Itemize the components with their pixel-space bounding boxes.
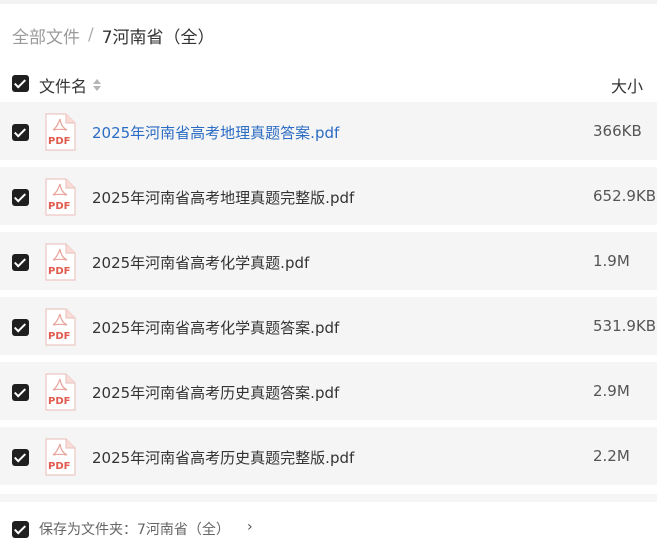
svg-text:PDF: PDF [48, 201, 70, 212]
breadcrumb-root[interactable]: 全部文件 [12, 23, 80, 48]
file-list-header: 文件名 大小 [0, 66, 657, 102]
svg-text:PDF: PDF [48, 266, 70, 277]
row-checkbox[interactable] [12, 449, 29, 466]
svg-text:PDF: PDF [48, 396, 70, 407]
pdf-icon: PDF [45, 373, 76, 411]
sort-icon[interactable] [93, 79, 102, 91]
file-row[interactable]: PDF 2025年河南省高考地理真题完整版.pdf 652.9KB [0, 167, 657, 225]
svg-text:PDF: PDF [48, 461, 70, 472]
file-size: 531.9KB [593, 317, 657, 335]
chevron-right-icon[interactable]: › [247, 519, 253, 535]
select-all-checkbox[interactable] [12, 75, 29, 92]
save-folder-label[interactable]: 保存为文件夹：7河南省（全） [39, 519, 230, 539]
file-name[interactable]: 2025年河南省高考化学真题答案.pdf [92, 317, 339, 338]
file-row[interactable]: PDF 2025年河南省高考地理真题答案.pdf 366KB [0, 102, 657, 160]
pdf-icon: PDF [45, 243, 76, 281]
file-size: 366KB [593, 122, 642, 140]
file-name[interactable]: 2025年河南省高考化学真题.pdf [92, 252, 309, 273]
breadcrumb-separator: / [88, 25, 94, 45]
svg-text:PDF: PDF [48, 136, 70, 147]
pdf-icon: PDF [45, 308, 76, 346]
row-checkbox[interactable] [12, 254, 29, 271]
file-size: 1.9M [593, 252, 630, 270]
top-divider [0, 0, 657, 4]
size-column-header: 大小 [610, 77, 643, 96]
row-checkbox[interactable] [12, 189, 29, 206]
save-folder-checkbox[interactable] [12, 521, 29, 538]
pdf-icon: PDF [45, 113, 76, 151]
row-checkbox[interactable] [12, 384, 29, 401]
file-name[interactable]: 2025年河南省高考历史真题答案.pdf [92, 382, 339, 403]
file-row[interactable]: PDF 2025年河南省高考化学真题答案.pdf 531.9KB [0, 297, 657, 355]
file-name[interactable]: 2025年河南省高考地理真题答案.pdf [92, 122, 339, 143]
file-row[interactable]: PDF 2025年河南省高考历史真题完整版.pdf 2.2M [0, 427, 657, 485]
row-checkbox[interactable] [12, 319, 29, 336]
file-size: 2.2M [593, 447, 630, 465]
breadcrumb: 全部文件 / 7河南省（全） [12, 22, 215, 48]
breadcrumb-current: 7河南省（全） [101, 27, 215, 48]
pdf-icon: PDF [45, 438, 76, 476]
file-size: 652.9KB [593, 187, 657, 205]
save-folder-bar[interactable]: 保存为文件夹：7河南省（全） › [0, 510, 657, 547]
name-column-header[interactable]: 文件名 [39, 73, 102, 97]
file-row[interactable]: PDF 2025年河南省高考历史真题答案.pdf 2.9M [0, 362, 657, 420]
name-column-label: 文件名 [39, 77, 88, 96]
file-name[interactable]: 2025年河南省高考历史真题完整版.pdf [92, 447, 354, 468]
next-row-partial [0, 494, 657, 502]
file-row[interactable]: PDF 2025年河南省高考化学真题.pdf 1.9M [0, 232, 657, 290]
file-name[interactable]: 2025年河南省高考地理真题完整版.pdf [92, 187, 354, 208]
file-size: 2.9M [593, 382, 630, 400]
svg-text:PDF: PDF [48, 331, 70, 342]
row-checkbox[interactable] [12, 124, 29, 141]
pdf-icon: PDF [45, 178, 76, 216]
